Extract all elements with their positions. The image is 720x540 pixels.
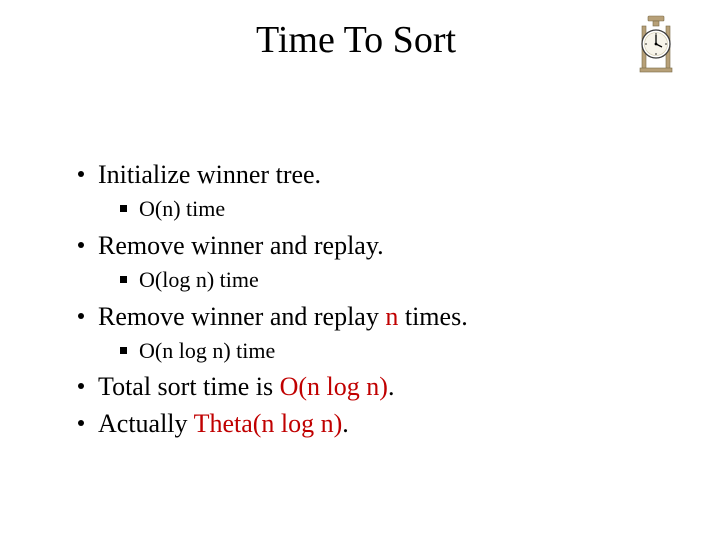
bullet-icon: [78, 383, 84, 389]
bullet-text: O(log n) time: [139, 265, 259, 295]
clock-icon: [632, 14, 680, 79]
highlight-text: n: [385, 302, 398, 331]
bullet-text: Remove winner and replay.: [98, 228, 384, 263]
bullet-icon: [78, 242, 84, 248]
bullet-text: Actually Theta(n log n).: [98, 406, 349, 441]
bullet-text: Remove winner and replay n times.: [98, 299, 468, 334]
page-title: Time To Sort: [80, 18, 632, 62]
slide: Time To Sort Initialize: [0, 0, 720, 540]
list-item: Actually Theta(n log n).: [78, 406, 680, 441]
list-item: O(n) time: [120, 194, 680, 224]
highlight-text: O(n log n): [280, 372, 388, 401]
list-item: O(n log n) time: [120, 336, 680, 366]
list-item: Remove winner and replay n times.: [78, 299, 680, 334]
list-item: Total sort time is O(n log n).: [78, 369, 680, 404]
bullet-icon: [78, 420, 84, 426]
bullet-icon: [120, 276, 127, 283]
bullet-text: O(n) time: [139, 194, 225, 224]
list-item: Remove winner and replay.: [78, 228, 680, 263]
bullet-icon: [78, 171, 84, 177]
bullet-icon: [78, 313, 84, 319]
highlight-text: Theta(n log n): [194, 409, 343, 438]
bullet-text: Total sort time is O(n log n).: [98, 369, 394, 404]
content: Initialize winner tree. O(n) time Remove…: [40, 157, 680, 442]
title-row: Time To Sort: [40, 18, 680, 79]
bullet-text: O(n log n) time: [139, 336, 275, 366]
list-item: O(log n) time: [120, 265, 680, 295]
bullet-icon: [120, 205, 127, 212]
bullet-text: Initialize winner tree.: [98, 157, 321, 192]
list-item: Initialize winner tree.: [78, 157, 680, 192]
bullet-icon: [120, 347, 127, 354]
